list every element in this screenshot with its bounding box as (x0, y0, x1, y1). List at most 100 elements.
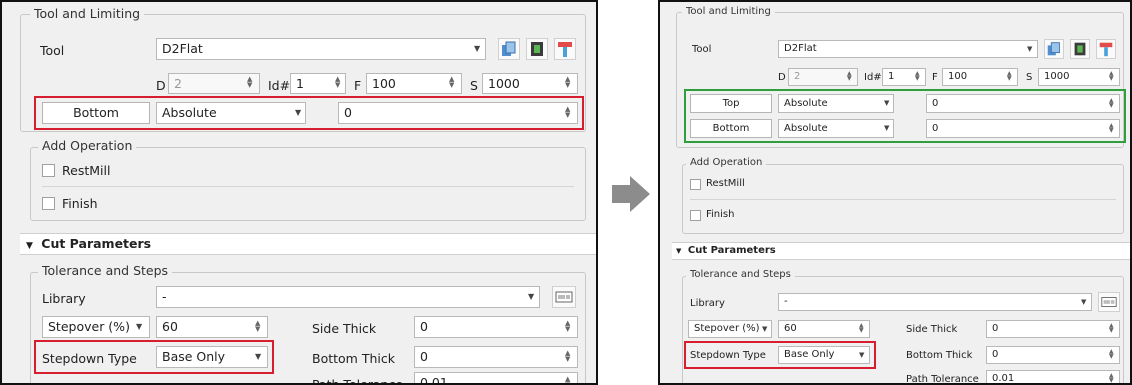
stepover-field[interactable]: 60 (778, 320, 870, 338)
cut-parameters-title: Cut Parameters (687, 245, 776, 256)
d-value: 2 (174, 76, 182, 91)
id-value: 1 (888, 71, 895, 82)
bottom-thick-label: Bottom Thick (312, 351, 395, 366)
spinner-icon[interactable]: ▲ ▼ (335, 76, 340, 89)
f-value: 100 (372, 76, 396, 91)
id-label: Id# (268, 78, 291, 93)
d-value: 2 (794, 71, 801, 82)
bottom-thick-field[interactable]: 0 (986, 346, 1120, 364)
spinner-icon[interactable]: ▲ ▼ (247, 76, 252, 89)
path-tolerance-value: 0.01 (420, 375, 448, 385)
library-value: - (784, 296, 788, 307)
spinner-icon[interactable]: ▲ ▼ (1007, 71, 1012, 82)
spinner-icon[interactable]: ▲ ▼ (565, 376, 570, 384)
bottom-thick-value: 0 (420, 349, 428, 364)
tool-select-value: D2Flat (162, 41, 203, 56)
f-field[interactable]: 100 (366, 73, 462, 94)
stepdown-highlight (34, 340, 274, 374)
stepdown-highlight (684, 341, 876, 369)
tool-label: Tool (692, 44, 712, 55)
s-value: 1000 (488, 76, 520, 91)
path-tolerance-field[interactable]: 0.01 (986, 370, 1120, 384)
tool-color-icon[interactable] (1096, 39, 1116, 59)
library-label: Library (42, 291, 86, 306)
tool-holder-icon[interactable] (1070, 39, 1090, 59)
s-field[interactable]: 1000 (482, 73, 578, 94)
dropdown-arrow-icon: ▼ (136, 322, 143, 331)
restmill-label: RestMill (706, 178, 745, 189)
path-tolerance-field[interactable]: 0.01 (414, 372, 578, 385)
f-label: F (354, 78, 362, 93)
spinner-icon[interactable]: ▲ ▼ (449, 76, 454, 89)
dropdown-arrow-icon: ▼ (474, 44, 481, 53)
path-tolerance-value: 0.01 (992, 373, 1015, 384)
stepover-type-select[interactable]: Stepover (%) (688, 320, 772, 338)
spinner-icon[interactable]: ▲ ▼ (565, 350, 570, 363)
tool-label: Tool (40, 43, 65, 58)
spinner-icon[interactable]: ▲ ▼ (255, 320, 260, 333)
left-panel: Tool and Limiting Tool D2Flat ▼ D 2 ▲ ▼ I… (0, 0, 598, 385)
library-label: Library (690, 298, 725, 309)
tool-holder-icon[interactable] (526, 38, 548, 60)
spinner-icon[interactable]: ▲ ▼ (847, 71, 852, 82)
spinner-icon[interactable]: ▲ ▼ (565, 76, 570, 89)
bottom-thick-field[interactable]: 0 (414, 346, 578, 368)
database-icon[interactable] (1098, 292, 1120, 312)
f-label: F (932, 72, 938, 83)
spinner-icon[interactable]: ▲ ▼ (859, 323, 864, 334)
spinner-icon[interactable]: ▲ ▼ (1109, 71, 1114, 82)
d-label: D (778, 72, 786, 83)
tool-library-icon[interactable] (498, 38, 520, 60)
right-arrow-icon (612, 176, 650, 212)
tool-limiting-legend: Tool and Limiting (682, 6, 775, 17)
tool-library-icon[interactable] (1044, 39, 1064, 59)
restmill-checkbox[interactable] (690, 179, 701, 190)
restmill-label: RestMill (62, 163, 111, 178)
cut-parameters-header[interactable]: ▼ Cut Parameters (672, 242, 1130, 260)
library-select[interactable]: - (778, 293, 1092, 311)
s-label: S (1026, 72, 1033, 83)
tool-select[interactable]: D2Flat (156, 38, 486, 60)
finish-label: Finish (62, 196, 98, 211)
tolerance-steps-legend: Tolerance and Steps (38, 263, 173, 278)
tool-select[interactable]: D2Flat (778, 40, 1038, 58)
spinner-icon[interactable]: ▲ ▼ (915, 71, 920, 82)
f-value: 100 (948, 71, 968, 82)
s-field[interactable]: 1000 (1038, 68, 1120, 86)
restmill-checkbox[interactable] (42, 164, 55, 177)
side-thick-field[interactable]: 0 (986, 320, 1120, 338)
s-label: S (470, 78, 478, 93)
tool-color-icon[interactable] (554, 38, 576, 60)
stepover-field[interactable]: 60 (156, 316, 268, 338)
side-thick-value: 0 (420, 319, 428, 334)
cut-parameters-header[interactable]: ▼ Cut Parameters (20, 233, 596, 255)
spinner-icon[interactable]: ▲ ▼ (1109, 373, 1114, 384)
id-value: 1 (296, 76, 304, 91)
stepover-type-select[interactable]: Stepover (%) (42, 316, 150, 338)
add-operation-legend: Add Operation (686, 157, 767, 168)
tool-select-value: D2Flat (784, 43, 817, 54)
stepover-type-value: Stepover (%) (694, 323, 760, 334)
library-select[interactable]: - (156, 286, 540, 308)
stepover-value: 60 (162, 319, 178, 334)
database-icon[interactable] (552, 286, 576, 308)
bottom-thick-value: 0 (992, 349, 999, 360)
spinner-icon[interactable]: ▲ ▼ (565, 320, 570, 333)
dropdown-arrow-icon: ▼ (1027, 45, 1033, 53)
dropdown-arrow-icon: ▼ (528, 292, 535, 301)
bottom-thick-label: Bottom Thick (906, 350, 973, 361)
finish-checkbox[interactable] (690, 210, 701, 221)
divider (42, 186, 574, 187)
finish-checkbox[interactable] (42, 197, 55, 210)
stepover-type-value: Stepover (%) (48, 319, 130, 334)
add-operation-legend: Add Operation (38, 138, 137, 153)
side-thick-value: 0 (992, 323, 999, 334)
side-thick-label: Side Thick (312, 321, 377, 336)
dropdown-arrow-icon: ▼ (1081, 298, 1087, 306)
right-panel: Tool and Limiting Tool D2Flat ▼ D 2 ▲ ▼ I… (658, 0, 1132, 385)
spinner-icon[interactable]: ▲ ▼ (1109, 349, 1114, 360)
side-thick-field[interactable]: 0 (414, 316, 578, 338)
top-bottom-highlight (684, 89, 1126, 143)
finish-label: Finish (706, 209, 735, 220)
spinner-icon[interactable]: ▲ ▼ (1109, 323, 1114, 334)
